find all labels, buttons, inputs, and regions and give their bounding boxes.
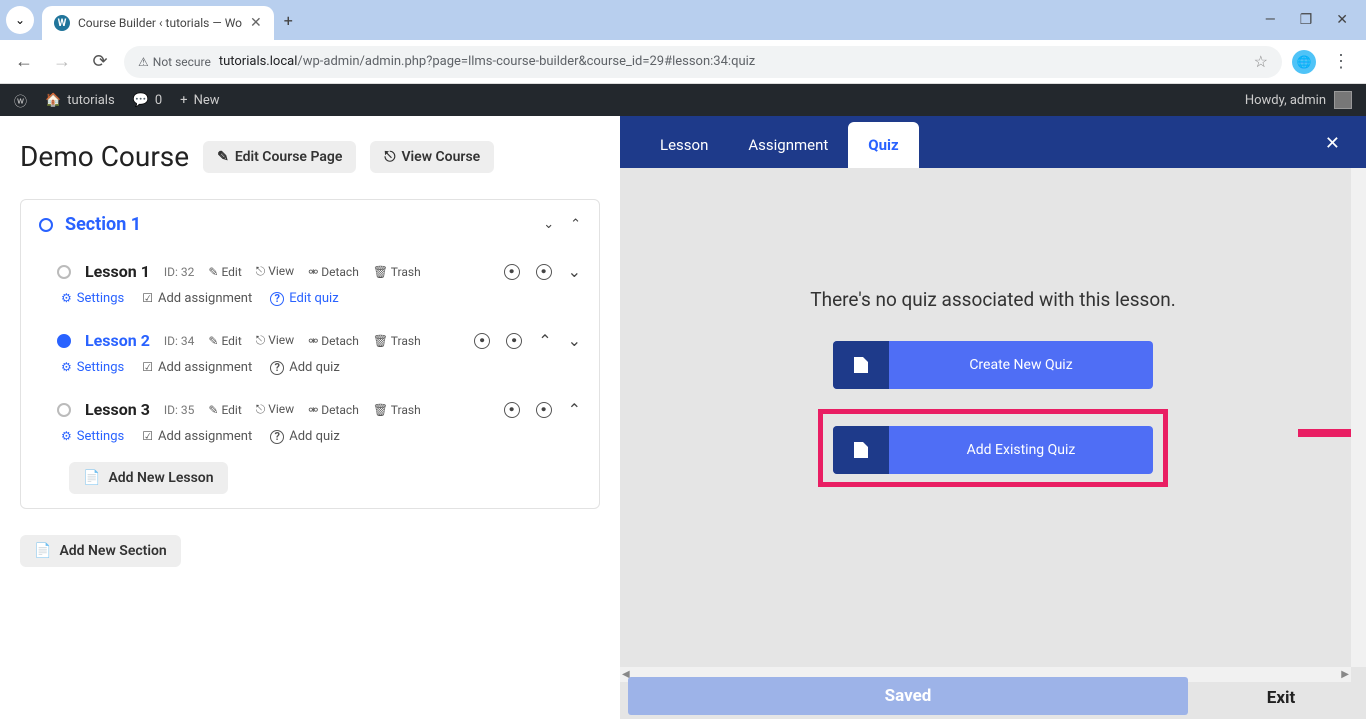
lesson-radio[interactable] — [57, 265, 71, 279]
close-panel-icon[interactable]: ✕ — [1319, 119, 1346, 168]
minimize-icon[interactable]: ― — [1265, 12, 1276, 28]
tab-title: Course Builder ‹ tutorials — Wo — [78, 16, 242, 30]
site-link[interactable]: 🏠 tutorials — [45, 93, 115, 108]
quiz-link[interactable]: Add quiz — [270, 360, 340, 375]
comments-link[interactable]: 💬 0 — [133, 93, 163, 108]
document-icon — [833, 341, 889, 389]
tab-assignment[interactable]: Assignment — [728, 122, 848, 168]
tab-list-dropdown[interactable]: ⌄ — [6, 6, 34, 34]
view-lesson-link[interactable]: ⎋ View — [256, 264, 294, 279]
circle-icon[interactable]: ⏺ — [474, 333, 490, 349]
chevron-up-icon[interactable]: ⌃ — [538, 331, 551, 350]
chevron-down-icon[interactable]: ⌄ — [568, 331, 581, 350]
wordpress-favicon: W — [54, 15, 70, 31]
create-new-quiz-button[interactable]: Create New Quiz — [833, 341, 1153, 389]
detach-lesson-link[interactable]: ⚮ Detach — [308, 403, 359, 417]
add-assignment-link[interactable]: Add assignment — [142, 360, 252, 375]
address-bar[interactable]: ⚠ Not secure tutorials.local/wp-admin/ad… — [124, 46, 1282, 78]
security-badge[interactable]: ⚠ Not secure — [138, 55, 211, 69]
edit-lesson-link[interactable]: ✎ Edit — [208, 334, 241, 348]
tab-lesson[interactable]: Lesson — [640, 122, 728, 168]
howdy-text[interactable]: Howdy, admin — [1245, 93, 1326, 108]
settings-link[interactable]: Settings — [61, 360, 124, 375]
close-tab-icon[interactable]: ✕ — [250, 15, 262, 31]
url-text: tutorials.local/wp-admin/admin.php?page=… — [219, 54, 755, 69]
quiz-link[interactable]: Add quiz — [270, 429, 340, 444]
new-link[interactable]: + New — [180, 93, 219, 108]
course-title: Demo Course — [20, 140, 189, 173]
trash-lesson-link[interactable]: 🗑 Trash — [373, 334, 421, 348]
chevron-down-icon[interactable]: ⌄ — [568, 262, 581, 281]
tab-quiz[interactable]: Quiz — [848, 122, 918, 168]
chevron-up-icon[interactable]: ⌃ — [568, 400, 581, 419]
trash-lesson-link[interactable]: 🗑 Trash — [373, 265, 421, 279]
avatar[interactable] — [1334, 91, 1352, 109]
browser-tab[interactable]: W Course Builder ‹ tutorials — Wo ✕ — [42, 6, 274, 40]
empty-quiz-message: There's no quiz associated with this les… — [810, 288, 1175, 311]
settings-link[interactable]: Settings — [61, 291, 124, 306]
new-tab-button[interactable]: + — [284, 11, 293, 30]
add-existing-quiz-button[interactable]: Add Existing Quiz — [833, 426, 1153, 474]
circle-icon[interactable]: ⏺ — [536, 402, 552, 418]
circle-icon[interactable]: ⏺ — [536, 264, 552, 280]
forward-button[interactable]: → — [48, 51, 76, 72]
lesson-radio[interactable] — [57, 334, 71, 348]
section-title[interactable]: Section 1 — [65, 214, 141, 235]
view-lesson-link[interactable]: ⎋ View — [256, 402, 294, 417]
wp-logo[interactable]: ⓦ — [14, 91, 27, 110]
close-window-icon[interactable]: ✕ — [1336, 12, 1348, 28]
add-new-section-button[interactable]: 📄 Add New Section — [20, 535, 181, 567]
reload-button[interactable]: ⟳ — [86, 51, 114, 72]
vertical-scrollbar[interactable] — [1351, 168, 1366, 667]
add-new-lesson-button[interactable]: 📄 Add New Lesson — [69, 462, 228, 494]
lesson-id: ID: 34 — [164, 334, 195, 348]
circle-icon[interactable]: ⏺ — [506, 333, 522, 349]
view-course-button[interactable]: ⎋ View Course — [370, 141, 494, 173]
document-icon — [833, 426, 889, 474]
view-lesson-link[interactable]: ⎋ View — [256, 333, 294, 348]
bookmark-icon[interactable]: ☆ — [1254, 52, 1268, 71]
circle-icon[interactable]: ⏺ — [504, 264, 520, 280]
chevron-up-icon[interactable]: ⌃ — [570, 217, 581, 232]
chevron-down-icon[interactable]: ⌄ — [543, 217, 554, 232]
circle-icon[interactable]: ⏺ — [504, 402, 520, 418]
back-button[interactable]: ← — [10, 51, 38, 72]
section-radio[interactable] — [39, 218, 53, 232]
lesson-id: ID: 32 — [164, 265, 195, 279]
lesson-title[interactable]: Lesson 1 — [85, 262, 150, 281]
lesson-id: ID: 35 — [164, 403, 195, 417]
maximize-icon[interactable]: ❐ — [1300, 12, 1313, 28]
lesson-title[interactable]: Lesson 3 — [85, 400, 150, 419]
edit-lesson-link[interactable]: ✎ Edit — [208, 265, 241, 279]
detach-lesson-link[interactable]: ⚮ Detach — [308, 334, 359, 348]
lesson-title[interactable]: Lesson 2 — [85, 331, 150, 350]
exit-button[interactable]: Exit — [1196, 677, 1366, 719]
quiz-link[interactable]: Edit quiz — [270, 291, 338, 306]
add-assignment-link[interactable]: Add assignment — [142, 291, 252, 306]
edit-lesson-link[interactable]: ✎ Edit — [208, 403, 241, 417]
browser-menu-icon[interactable]: ⋮ — [1326, 51, 1356, 72]
add-assignment-link[interactable]: Add assignment — [142, 429, 252, 444]
extension-icon[interactable]: 🌐 — [1292, 50, 1316, 74]
edit-course-page-button[interactable]: ✎ Edit Course Page — [203, 141, 356, 173]
saved-button[interactable]: Saved — [628, 677, 1188, 715]
detach-lesson-link[interactable]: ⚮ Detach — [308, 265, 359, 279]
settings-link[interactable]: Settings — [61, 429, 124, 444]
trash-lesson-link[interactable]: 🗑 Trash — [373, 403, 421, 417]
highlight-annotation: Add Existing Quiz — [818, 409, 1168, 487]
lesson-radio[interactable] — [57, 403, 71, 417]
